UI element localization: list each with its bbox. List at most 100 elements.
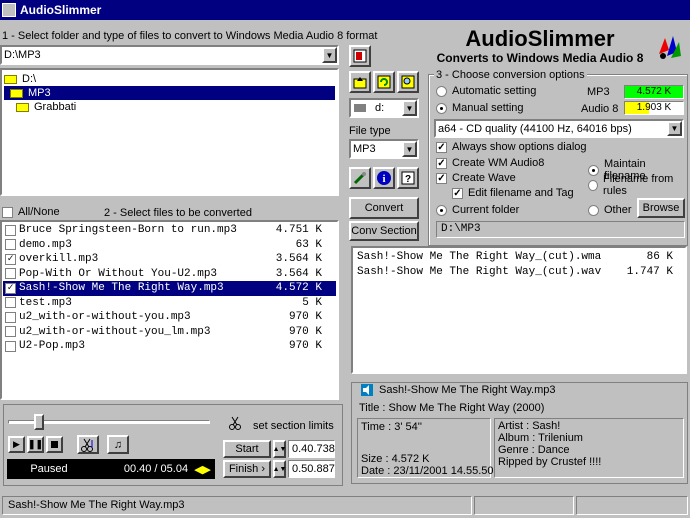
chevron-down-icon[interactable]: ▼ xyxy=(322,47,337,63)
find-button[interactable] xyxy=(397,71,419,93)
status-bar-panel xyxy=(576,496,688,515)
info-time: Time : 3' 54'' xyxy=(361,421,422,433)
file-row[interactable]: u2_with-or-without-you.mp3 970 K xyxy=(3,310,336,325)
checkbox-box[interactable]: ✓ xyxy=(436,141,447,153)
folder-icon xyxy=(4,74,17,84)
checkbox-box[interactable] xyxy=(2,206,13,218)
radio-indicator[interactable] xyxy=(588,179,599,191)
other-folder-radio[interactable]: Other xyxy=(588,204,632,216)
automatic-setting-radio[interactable]: Automatic setting xyxy=(436,85,536,97)
tree-item[interactable]: MP3 xyxy=(4,86,335,100)
output-file-row[interactable]: Sash!-Show Me The Right Way_(cut).wma 86 … xyxy=(355,250,683,265)
filetype-combo[interactable]: MP3 ▼ xyxy=(349,139,419,159)
file-row[interactable]: Pop-With Or Without You-U2.mp3 3.564 K xyxy=(3,267,336,282)
start-time-field[interactable]: 0.40.738 xyxy=(288,440,335,458)
edit-filename-checkbox[interactable]: ✓ Edit filename and Tag xyxy=(452,187,574,199)
refresh-button[interactable] xyxy=(373,71,395,93)
always-show-checkbox[interactable]: ✓ Always show options dialog xyxy=(436,141,587,153)
radio-indicator[interactable] xyxy=(436,204,447,216)
pause-icon: ❚❚ xyxy=(27,439,44,449)
conv-section-button[interactable]: Conv Section xyxy=(349,221,419,241)
folder-combo[interactable]: D:\MP3 ▼ xyxy=(0,45,339,65)
title-bar: AudioSlimmer xyxy=(0,0,690,20)
file-checkbox[interactable]: ✓ xyxy=(5,253,16,265)
file-row[interactable]: u2_with-or-without-you_lm.mp3 970 K xyxy=(3,325,336,340)
folder-tree[interactable]: D:\ MP3 Grabbati xyxy=(0,68,339,196)
file-row[interactable]: ✓ Sash!-Show Me The Right Way.mp3 4.572 K xyxy=(3,281,336,296)
quality-combo[interactable]: a64 - CD quality (44100 Hz, 64016 bps) ▼ xyxy=(434,119,684,138)
file-checkbox[interactable] xyxy=(5,239,16,251)
output-file-row[interactable]: Sash!-Show Me The Right Way_(cut).wav 1.7… xyxy=(355,265,683,280)
create-wave-checkbox[interactable]: ✓ Create Wave xyxy=(436,172,516,184)
all-none-checkbox[interactable]: All/None xyxy=(2,206,60,218)
file-row[interactable]: U2-Pop.mp3 970 K xyxy=(3,339,336,354)
radio-indicator[interactable] xyxy=(436,85,447,97)
options-button[interactable] xyxy=(349,167,371,189)
file-checkbox[interactable] xyxy=(5,268,16,280)
step1-label: 1 - Select folder and type of files to c… xyxy=(2,30,378,42)
checkbox-box[interactable]: ✓ xyxy=(452,187,463,199)
info-button[interactable]: i xyxy=(373,167,395,189)
checkbox-box[interactable]: ✓ xyxy=(436,157,447,169)
start-button[interactable]: Start xyxy=(223,440,271,458)
info-size: Size : 4.572 K xyxy=(361,453,430,465)
mp3-size-value: 4.572 K xyxy=(636,86,672,97)
file-name: Bruce Springsteen-Born to run.mp3 xyxy=(19,224,237,237)
finish-spinner[interactable]: ▲▼ xyxy=(273,460,286,478)
position-slider[interactable] xyxy=(34,414,44,430)
file-row[interactable]: ✓ overkill.mp3 3.564 K xyxy=(3,252,336,267)
start-spinner[interactable]: ▲▼ xyxy=(273,440,286,458)
create-wm-label: Create WM Audio8 xyxy=(452,157,545,169)
play-button[interactable]: ▶ xyxy=(8,436,25,453)
pause-button[interactable]: ❚❚ xyxy=(27,436,44,453)
help-button[interactable]: ? xyxy=(397,167,419,189)
file-row[interactable]: demo.mp3 63 K xyxy=(3,238,336,253)
file-checkbox[interactable] xyxy=(5,297,16,309)
file-name: U2-Pop.mp3 xyxy=(19,340,86,353)
create-wave-label: Create Wave xyxy=(452,172,516,184)
output-folder-field[interactable]: D:\MP3 xyxy=(436,221,685,238)
cut-button[interactable] xyxy=(77,435,99,454)
folder-up-button[interactable] xyxy=(349,71,371,93)
file-checkbox[interactable] xyxy=(5,311,16,323)
info-genre: Genre : Dance xyxy=(498,444,570,456)
checkbox-box[interactable]: ✓ xyxy=(436,172,447,184)
file-name: Pop-With Or Without You-U2.mp3 xyxy=(19,267,218,280)
note-button[interactable]: ♫ xyxy=(107,435,129,454)
scissors-icon[interactable] xyxy=(228,416,242,433)
radio-indicator[interactable] xyxy=(436,102,447,114)
file-list[interactable]: Bruce Springsteen-Born to run.mp3 4.751 K… xyxy=(0,220,339,400)
file-checkbox[interactable] xyxy=(5,326,16,338)
file-row[interactable]: Bruce Springsteen-Born to run.mp3 4.751 K xyxy=(3,223,336,238)
finish-time-field[interactable]: 0.50.887 xyxy=(288,460,335,478)
chevron-down-icon[interactable]: ▼ xyxy=(402,141,417,157)
finish-button[interactable]: Finish › xyxy=(223,460,271,478)
drive-combo[interactable]: d: ▼ xyxy=(349,98,419,118)
file-name: overkill.mp3 xyxy=(19,253,99,266)
radio-indicator[interactable] xyxy=(588,204,599,216)
info-title: Title : Show Me The Right Way (2000) xyxy=(359,402,545,414)
output-file-list[interactable]: Sash!-Show Me The Right Way_(cut).wma 86 … xyxy=(351,246,687,374)
file-size: 4.572 K xyxy=(275,282,322,295)
tree-item[interactable]: D:\ xyxy=(4,72,335,86)
audio8-size-value: 1.903 K xyxy=(636,102,672,113)
output-file-name: Sash!-Show Me The Right Way_(cut).wav xyxy=(357,265,602,278)
current-folder-radio[interactable]: Current folder xyxy=(436,204,519,216)
create-wm-checkbox[interactable]: ✓ Create WM Audio8 xyxy=(436,157,544,169)
browse-button[interactable]: Browse xyxy=(637,198,685,218)
exit-icon-button[interactable] xyxy=(349,45,371,67)
file-checkbox[interactable] xyxy=(5,340,16,352)
file-size: 970 K xyxy=(288,325,322,338)
file-row[interactable]: test.mp3 5 K xyxy=(3,296,336,311)
file-checkbox[interactable] xyxy=(5,224,16,236)
chevron-down-icon[interactable]: ▼ xyxy=(402,100,417,116)
chevron-down-icon[interactable]: ▼ xyxy=(667,121,682,136)
manual-setting-radio[interactable]: Manual setting xyxy=(436,102,524,114)
filetype-value: MP3 xyxy=(353,143,376,155)
tree-item[interactable]: Grabbati xyxy=(4,100,335,114)
info-filename: Sash!-Show Me The Right Way.mp3 xyxy=(379,384,556,396)
stop-button[interactable] xyxy=(46,436,63,453)
file-checkbox[interactable]: ✓ xyxy=(5,282,16,294)
filename-from-rules-radio[interactable]: Filename from rules xyxy=(588,173,690,197)
convert-button[interactable]: Convert xyxy=(349,197,419,219)
